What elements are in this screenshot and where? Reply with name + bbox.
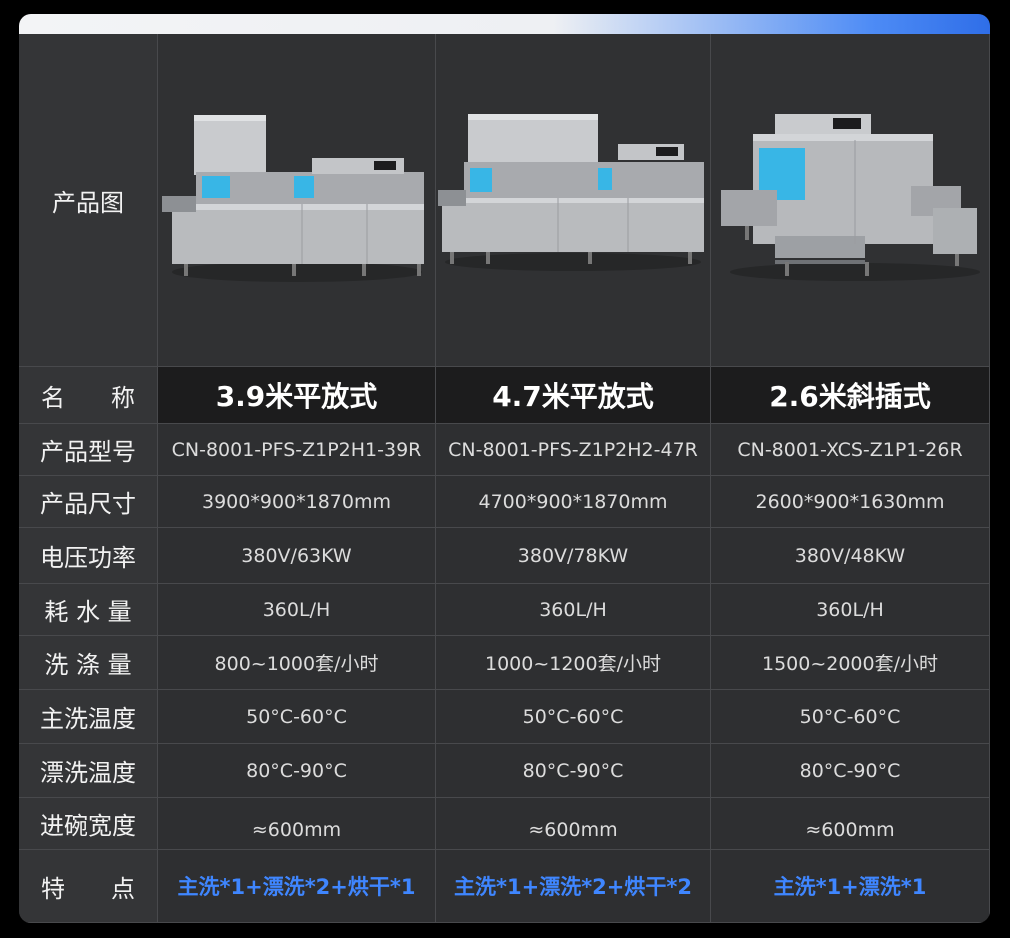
water-3: 360L/H bbox=[711, 584, 990, 636]
size-2: 4700*900*1870mm bbox=[436, 476, 711, 528]
label-features-char-1: 特 bbox=[41, 874, 65, 903]
water-2: 360L/H bbox=[436, 584, 711, 636]
rinse-temp-2: 80°C-90°C bbox=[436, 744, 711, 798]
water-1: 360L/H bbox=[158, 584, 436, 636]
label-width: 进碗宽度 bbox=[19, 798, 158, 850]
capacity-2: 1000~1200套/小时 bbox=[436, 636, 711, 690]
label-water: 耗 水 量 bbox=[19, 584, 158, 636]
label-model: 产品型号 bbox=[19, 424, 158, 476]
model-2: CN-8001-PFS-Z1P2H2-47R bbox=[436, 424, 711, 476]
product-name-2: 4.7米平放式 bbox=[436, 367, 711, 424]
label-name: 名 称 bbox=[19, 367, 158, 424]
features-2: 主洗*1+漂洗*2+烘干*2 bbox=[436, 850, 711, 923]
rinse-temp-1: 80°C-90°C bbox=[158, 744, 436, 798]
model-3: CN-8001-XCS-Z1P1-26R bbox=[711, 424, 990, 476]
product-image-2 bbox=[436, 34, 711, 367]
label-capacity: 洗 涤 量 bbox=[19, 636, 158, 690]
accent-bar bbox=[19, 14, 990, 34]
label-image: 产品图 bbox=[19, 34, 158, 367]
features-3: 主洗*1+漂洗*1 bbox=[711, 850, 990, 923]
capacity-3: 1500~2000套/小时 bbox=[711, 636, 990, 690]
label-image-text: 产品图 bbox=[52, 188, 124, 217]
flat-conveyor-dishwasher-long-icon bbox=[438, 114, 704, 271]
capacity-1: 800~1000套/小时 bbox=[158, 636, 436, 690]
width-3: ≈600mm bbox=[711, 798, 990, 850]
inclined-rack-dishwasher-icon bbox=[721, 114, 980, 281]
label-name-char-1: 名 bbox=[41, 383, 65, 412]
model-1: CN-8001-PFS-Z1P2H1-39R bbox=[158, 424, 436, 476]
wash-temp-3: 50°C-60°C bbox=[711, 690, 990, 744]
product-image-3 bbox=[711, 34, 990, 367]
wash-temp-2: 50°C-60°C bbox=[436, 690, 711, 744]
power-1: 380V/63KW bbox=[158, 528, 436, 584]
label-power: 电压功率 bbox=[19, 528, 158, 584]
size-3: 2600*900*1630mm bbox=[711, 476, 990, 528]
rinse-temp-3: 80°C-90°C bbox=[711, 744, 990, 798]
power-2: 380V/78KW bbox=[436, 528, 711, 584]
comparison-card: 产品图 名 称 3.9米平放式 4.7米平放式 2.6米斜插式 产品型号 CN-… bbox=[19, 14, 990, 923]
label-wash-temp: 主洗温度 bbox=[19, 690, 158, 744]
label-rinse-temp: 漂洗温度 bbox=[19, 744, 158, 798]
label-size: 产品尺寸 bbox=[19, 476, 158, 528]
label-features-char-2: 点 bbox=[111, 874, 135, 903]
label-name-char-2: 称 bbox=[111, 383, 135, 412]
product-image-1 bbox=[158, 34, 436, 367]
size-1: 3900*900*1870mm bbox=[158, 476, 436, 528]
wash-temp-1: 50°C-60°C bbox=[158, 690, 436, 744]
width-1: ≈600mm bbox=[158, 798, 436, 850]
power-3: 380V/48KW bbox=[711, 528, 990, 584]
product-name-3: 2.6米斜插式 bbox=[711, 367, 990, 424]
width-2: ≈600mm bbox=[436, 798, 711, 850]
features-1: 主洗*1+漂洗*2+烘干*1 bbox=[158, 850, 436, 923]
label-features: 特 点 bbox=[19, 850, 158, 923]
product-name-1: 3.9米平放式 bbox=[158, 367, 436, 424]
flat-conveyor-dishwasher-icon bbox=[161, 115, 424, 282]
